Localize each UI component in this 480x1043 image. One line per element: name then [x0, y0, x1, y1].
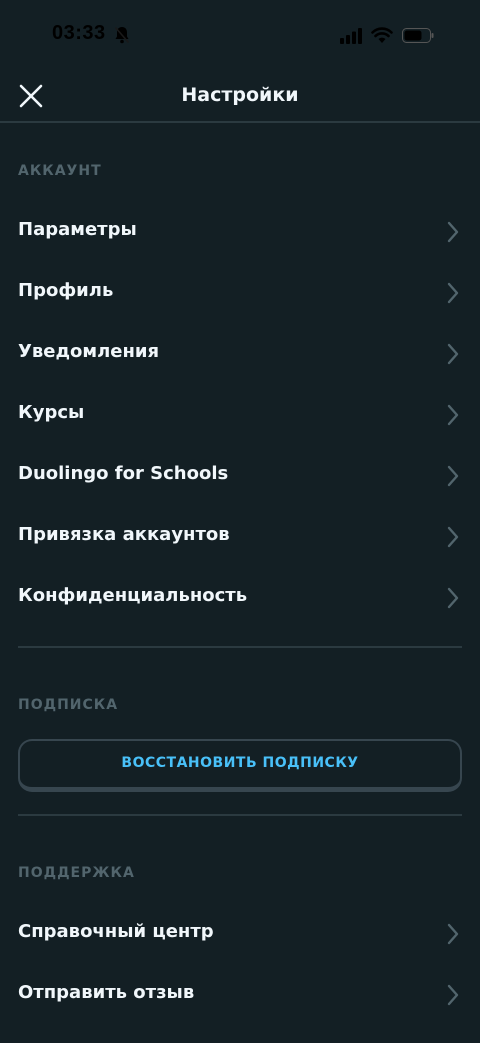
restore-subscription-label: ВОССТАНОВИТЬ ПОДПИСКУ	[121, 755, 359, 771]
menu-item-parameters[interactable]: Параметры	[0, 206, 480, 256]
menu-item-label: Профиль	[18, 280, 114, 301]
top-header: Настройки	[0, 70, 480, 123]
restore-subscription-button[interactable]: ВОССТАНОВИТЬ ПОДПИСКУ	[18, 739, 462, 792]
chevron-right-icon	[447, 282, 459, 304]
section-divider	[18, 814, 462, 816]
menu-item-duolingo-for-schools[interactable]: Duolingo for Schools	[0, 450, 480, 500]
menu-item-profile[interactable]: Профиль	[0, 267, 480, 317]
menu-item-label: Курсы	[18, 402, 85, 423]
chevron-right-icon	[447, 343, 459, 365]
menu-item-label: Справочный центр	[18, 921, 214, 942]
menu-item-label: Конфиденциальность	[18, 585, 248, 606]
chevron-right-icon	[447, 404, 459, 426]
menu-item-label: Duolingo for Schools	[18, 463, 229, 484]
section-label-subscription: ПОДПИСКА	[18, 697, 119, 713]
menu-item-send-feedback[interactable]: Отправить отзыв	[0, 969, 480, 1019]
menu-item-label: Уведомления	[18, 341, 160, 362]
menu-item-courses[interactable]: Курсы	[0, 389, 480, 439]
status-time: 03:33	[52, 22, 106, 44]
chevron-right-icon	[447, 526, 459, 548]
menu-item-linked-accounts[interactable]: Привязка аккаунтов	[0, 511, 480, 561]
chevron-right-icon	[447, 923, 459, 945]
wifi-icon	[371, 27, 393, 43]
menu-item-notifications[interactable]: Уведомления	[0, 328, 480, 378]
chevron-right-icon	[447, 465, 459, 487]
menu-item-label: Параметры	[18, 219, 137, 240]
battery-icon	[402, 28, 434, 43]
menu-item-privacy[interactable]: Конфиденциальность	[0, 572, 480, 622]
section-divider	[18, 646, 462, 648]
menu-item-label: Привязка аккаунтов	[18, 524, 230, 545]
settings-screen: 03:33 Настройки АККАУНТ Параметры Профил…	[0, 0, 480, 1043]
section-label-account: АККАУНТ	[18, 163, 102, 179]
section-label-support: ПОДДЕРЖКА	[18, 865, 135, 881]
menu-item-label: Отправить отзыв	[18, 982, 195, 1003]
chevron-right-icon	[447, 221, 459, 243]
status-bar: 03:33	[0, 0, 480, 70]
chevron-right-icon	[447, 587, 459, 609]
menu-item-help-center[interactable]: Справочный центр	[0, 908, 480, 958]
bell-slash-icon	[114, 26, 130, 44]
chevron-right-icon	[447, 984, 459, 1006]
cellular-signal-icon	[340, 28, 362, 44]
page-title: Настройки	[181, 84, 299, 106]
